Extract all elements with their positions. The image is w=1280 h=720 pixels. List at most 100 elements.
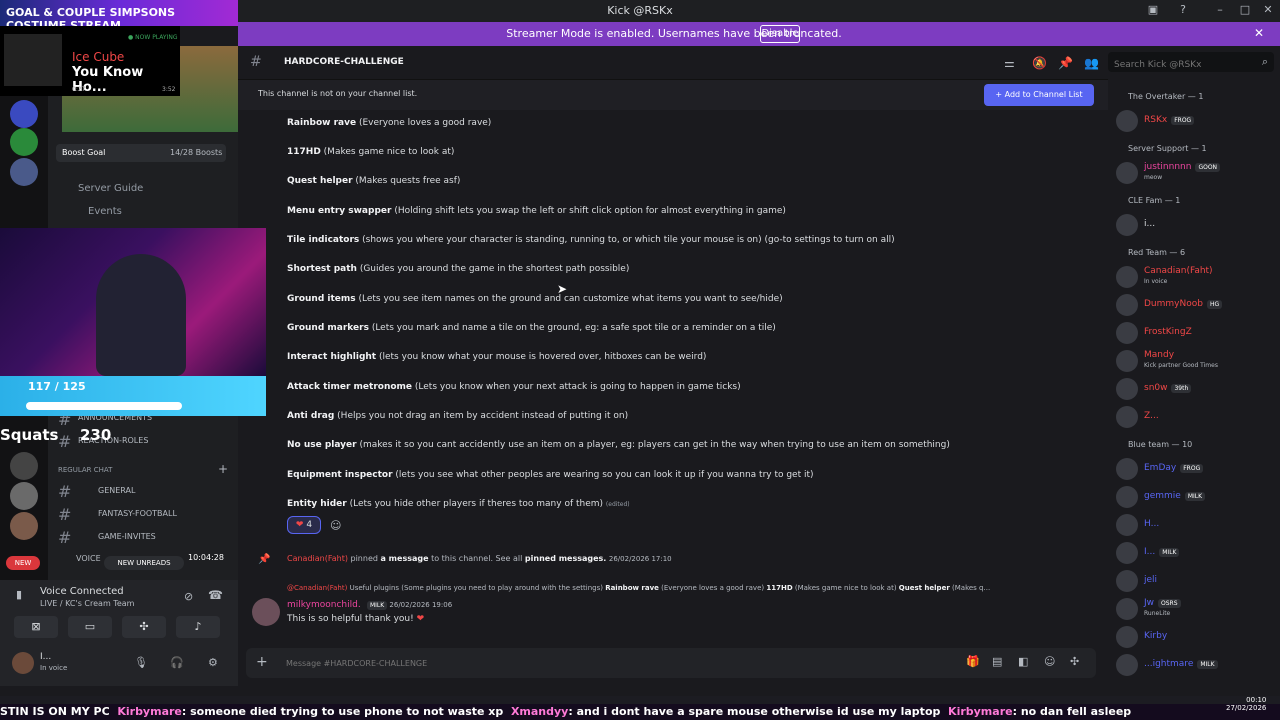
gift-icon[interactable]: 🎁 <box>966 655 980 668</box>
message-avatar[interactable] <box>252 598 280 626</box>
server-icon[interactable] <box>10 100 38 128</box>
maximize-button[interactable]: □ <box>1235 3 1255 19</box>
emoji-icon[interactable]: ☺ <box>1044 655 1055 668</box>
noise-suppression-icon[interactable]: ⊘ <box>184 590 193 603</box>
search-input[interactable] <box>1108 55 1274 75</box>
voice-category-label[interactable]: VOICE <box>76 554 101 563</box>
user-avatar[interactable] <box>12 652 34 674</box>
member-name[interactable]: H... <box>1144 519 1159 529</box>
new-unreads-pill[interactable]: NEW UNREADS <box>104 556 184 570</box>
member-avatar[interactable] <box>1116 322 1138 344</box>
now-playing-artist: Ice Cube <box>72 50 125 64</box>
member-name[interactable]: ...ightmare MILK <box>1144 659 1218 669</box>
member-name[interactable]: I... MILK <box>1144 547 1180 557</box>
system-clock[interactable]: 00:10 27/02/2026 <box>1226 696 1266 712</box>
channel-game-invites[interactable]: GAME-INVITES <box>98 532 156 541</box>
member-name[interactable]: sn0w 39th <box>1144 383 1192 393</box>
member-avatar[interactable] <box>1116 266 1138 288</box>
member-name[interactable]: DummyNoob HG <box>1144 299 1223 309</box>
member-name[interactable]: FrostKingZ <box>1144 327 1192 337</box>
member-avatar[interactable] <box>1116 110 1138 132</box>
channel-general[interactable]: GENERAL <box>98 486 135 495</box>
message-input[interactable] <box>286 654 886 672</box>
sticker-icon[interactable]: ◧ <box>1018 655 1028 668</box>
category-regular-chat[interactable]: REGULAR CHAT <box>58 466 112 474</box>
disconnect-icon[interactable]: ☎ <box>208 588 223 602</box>
member-avatar[interactable] <box>1116 598 1138 620</box>
disable-streamer-mode-button[interactable]: Disable <box>760 25 800 43</box>
pinned-messages-link[interactable]: pinned messages. <box>525 554 606 563</box>
member-avatar[interactable] <box>1116 162 1138 184</box>
member-name[interactable]: Jw OSRS <box>1144 598 1181 608</box>
attach-plus-icon[interactable]: + <box>256 654 268 670</box>
screenshare-button[interactable]: ▭ <box>68 616 112 638</box>
microphone-icon[interactable]: 🎙 <box>134 656 148 669</box>
member-name[interactable]: gemmie MILK <box>1144 491 1206 501</box>
settings-gear-icon[interactable]: ⚙ <box>208 656 218 669</box>
pin-user[interactable]: Canadian(Faht) <box>287 554 348 563</box>
server-icon[interactable] <box>10 512 38 540</box>
member-name[interactable]: Kirby <box>1144 631 1167 641</box>
voice-channel-label[interactable]: LIVE / KC's Cream Team <box>40 599 134 608</box>
notifications-icon[interactable]: 🔕 <box>1032 56 1047 70</box>
new-badge[interactable]: NEW <box>6 556 40 570</box>
member-avatar[interactable] <box>1116 350 1138 372</box>
member-name-text: FrostKingZ <box>1144 327 1192 337</box>
member-avatar[interactable] <box>1116 514 1138 536</box>
member-group-header[interactable]: Red Team — 6 <box>1128 248 1185 257</box>
headphones-icon[interactable]: 🎧 <box>170 656 184 669</box>
soundboard-button[interactable]: ♪ <box>176 616 220 638</box>
member-avatar[interactable] <box>1116 214 1138 236</box>
member-avatar[interactable] <box>1116 654 1138 676</box>
member-group-header[interactable]: The Overtaker — 1 <box>1128 92 1203 101</box>
minimize-button[interactable]: – <box>1210 3 1230 19</box>
member-name[interactable]: RSKx FROG <box>1144 115 1195 125</box>
member-name[interactable]: jeli <box>1144 575 1157 585</box>
boost-goal-bar[interactable]: Boost Goal 14/28 Boosts <box>56 144 226 162</box>
member-avatar[interactable] <box>1116 294 1138 316</box>
member-avatar[interactable] <box>1116 458 1138 480</box>
member-name[interactable]: Mandy <box>1144 350 1174 360</box>
camera-off-button[interactable]: ⊠ <box>14 616 58 638</box>
member-avatar[interactable] <box>1116 486 1138 508</box>
server-icon[interactable] <box>10 482 38 510</box>
member-avatar[interactable] <box>1116 626 1138 648</box>
member-avatar[interactable] <box>1116 378 1138 400</box>
member-avatar[interactable] <box>1116 406 1138 428</box>
close-window-button[interactable]: ✕ <box>1258 3 1278 19</box>
activities-button[interactable]: ✣ <box>122 616 166 638</box>
member-avatar[interactable] <box>1116 542 1138 564</box>
events-link[interactable]: Events <box>88 206 122 217</box>
help-icon[interactable]: ? <box>1173 3 1193 19</box>
server-guide-link[interactable]: Server Guide <box>78 183 143 194</box>
member-name[interactable]: Canadian(Faht) <box>1144 266 1213 276</box>
member-name[interactable]: justinnnnn GOON <box>1144 162 1221 172</box>
message-composer[interactable]: + 🎁 ▤ ◧ ☺ ✣ <box>246 648 1096 678</box>
dismiss-icon[interactable]: ✕ <box>1254 26 1264 40</box>
apps-icon[interactable]: ✣ <box>1070 655 1079 668</box>
member-name[interactable]: i... <box>1144 219 1155 229</box>
add-channel-icon[interactable]: + <box>218 462 228 476</box>
server-icon[interactable] <box>10 452 38 480</box>
heart-reaction[interactable]: ❤ 4 <box>287 516 321 534</box>
gif-icon[interactable]: ▤ <box>992 655 1002 668</box>
pin-message-link[interactable]: a message <box>381 554 429 563</box>
add-reaction-icon[interactable]: ☺ <box>330 519 341 532</box>
channel-fantasy-football[interactable]: FANTASY-FOOTBALL <box>98 509 177 518</box>
member-avatar[interactable] <box>1116 570 1138 592</box>
add-to-channel-list-button[interactable]: + Add to Channel List <box>984 84 1094 106</box>
member-group-header[interactable]: CLE Fam — 1 <box>1128 196 1180 205</box>
member-name[interactable]: EmDay FROG <box>1144 463 1204 473</box>
server-icon[interactable] <box>10 128 38 156</box>
member-name[interactable]: Z... <box>1144 411 1159 421</box>
message-author[interactable]: milkymoonchild. <box>287 600 361 610</box>
pinned-icon[interactable]: 📌 <box>1058 56 1073 70</box>
server-icon[interactable] <box>10 158 38 186</box>
threads-icon[interactable]: ⚌ <box>1004 56 1015 70</box>
search-box[interactable]: ⌕ <box>1108 52 1274 75</box>
member-list-icon[interactable]: 👥 <box>1084 56 1099 70</box>
reply-preview[interactable]: @Canadian(Faht) Useful plugins (Some plu… <box>287 584 1077 592</box>
member-group-header[interactable]: Server Support — 1 <box>1128 144 1207 153</box>
member-group-header[interactable]: Blue team — 10 <box>1128 440 1192 449</box>
inbox-icon[interactable]: ▣ <box>1143 3 1163 19</box>
